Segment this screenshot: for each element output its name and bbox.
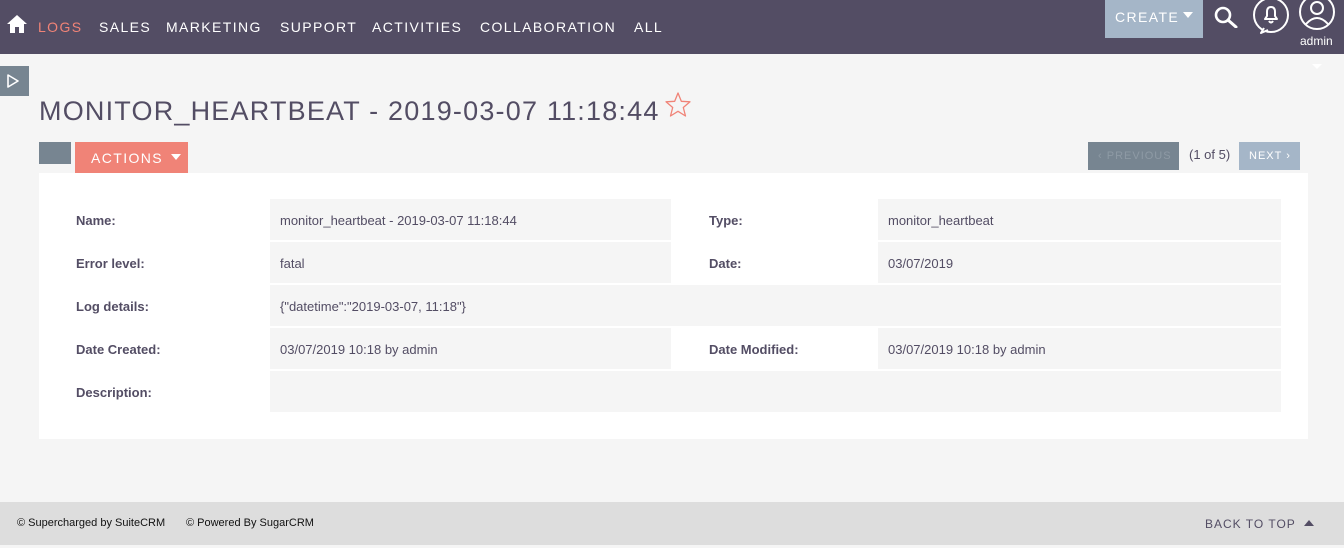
error-level-value[interactable]: fatal xyxy=(270,242,671,283)
home-icon[interactable] xyxy=(6,13,28,35)
create-button[interactable]: CREATE xyxy=(1105,0,1203,38)
user-menu-chevron-icon[interactable] xyxy=(1312,64,1322,69)
sugarcrm-link[interactable]: © Powered By SugarCRM xyxy=(186,517,314,529)
nav-item-marketing[interactable]: MARKETING xyxy=(166,19,262,35)
play-icon xyxy=(7,74,19,88)
description-label: Description: xyxy=(76,385,152,400)
date-created-value[interactable]: 03/07/2019 10:18 by admin xyxy=(270,328,671,369)
log-details-value[interactable]: {"datetime":"2019-03-07, 11:18"} xyxy=(270,285,1281,326)
bell-icon[interactable] xyxy=(1252,0,1290,34)
date-modified-value[interactable]: 03/07/2019 10:18 by admin xyxy=(878,328,1281,369)
name-label: Name: xyxy=(76,213,116,228)
previous-button-label: PREVIOUS xyxy=(1106,150,1172,162)
star-icon[interactable] xyxy=(664,91,692,119)
nav-item-logs[interactable]: LOGS xyxy=(38,19,83,35)
next-button-label: NEXT xyxy=(1249,150,1283,162)
sidebar-toggle-button[interactable] xyxy=(0,66,29,96)
date-created-label: Date Created: xyxy=(76,342,161,357)
user-icon[interactable] xyxy=(1298,0,1336,31)
date-label: Date: xyxy=(709,256,742,271)
type-value[interactable]: monitor_heartbeat xyxy=(878,199,1281,240)
back-to-top-link[interactable]: BACK TO TOP xyxy=(1205,517,1314,531)
detail-view-tab[interactable] xyxy=(39,142,71,164)
description-value[interactable] xyxy=(270,371,1281,412)
previous-button[interactable]: ‹ PREVIOUS xyxy=(1088,142,1179,170)
next-button[interactable]: NEXT › xyxy=(1239,142,1300,170)
chevron-left-icon: ‹ xyxy=(1098,150,1103,162)
search-icon[interactable] xyxy=(1214,4,1238,28)
actions-button[interactable]: ACTIONS xyxy=(75,142,188,173)
nav-item-activities[interactable]: ACTIVITIES xyxy=(372,19,462,35)
user-name[interactable]: admin xyxy=(1300,34,1333,48)
nav-item-collaboration[interactable]: COLLABORATION xyxy=(480,19,616,35)
create-button-label: CREATE xyxy=(1115,9,1180,25)
back-to-top-label: BACK TO TOP xyxy=(1205,517,1296,531)
footer: © Supercharged by SuiteCRM © Powered By … xyxy=(0,502,1344,545)
nav-item-sales[interactable]: SALES xyxy=(99,19,151,35)
chevron-down-icon xyxy=(171,154,181,160)
page-title: MONITOR_HEARTBEAT - 2019-03-07 11:18:44 xyxy=(39,96,660,126)
type-label: Type: xyxy=(709,213,743,228)
nav-item-all[interactable]: ALL xyxy=(634,19,663,35)
name-value[interactable]: monitor_heartbeat - 2019-03-07 11:18:44 xyxy=(270,199,671,240)
chevron-right-icon: › xyxy=(1286,150,1291,162)
log-details-label: Log details: xyxy=(76,299,149,314)
suitecrm-link[interactable]: © Supercharged by SuiteCRM xyxy=(17,517,165,529)
detail-panel: Name: monitor_heartbeat - 2019-03-07 11:… xyxy=(39,173,1308,439)
actions-button-label: ACTIONS xyxy=(91,150,164,166)
date-modified-label: Date Modified: xyxy=(709,342,799,357)
pagination-count: (1 of 5) xyxy=(1189,147,1231,162)
top-navigation-bar: LOGS SALES MARKETING SUPPORT ACTIVITIES … xyxy=(0,0,1344,54)
nav-item-support[interactable]: SUPPORT xyxy=(280,19,357,35)
chevron-down-icon xyxy=(1183,12,1193,18)
error-level-label: Error level: xyxy=(76,256,145,271)
chevron-up-icon xyxy=(1303,520,1314,526)
date-value[interactable]: 03/07/2019 xyxy=(878,242,1281,283)
